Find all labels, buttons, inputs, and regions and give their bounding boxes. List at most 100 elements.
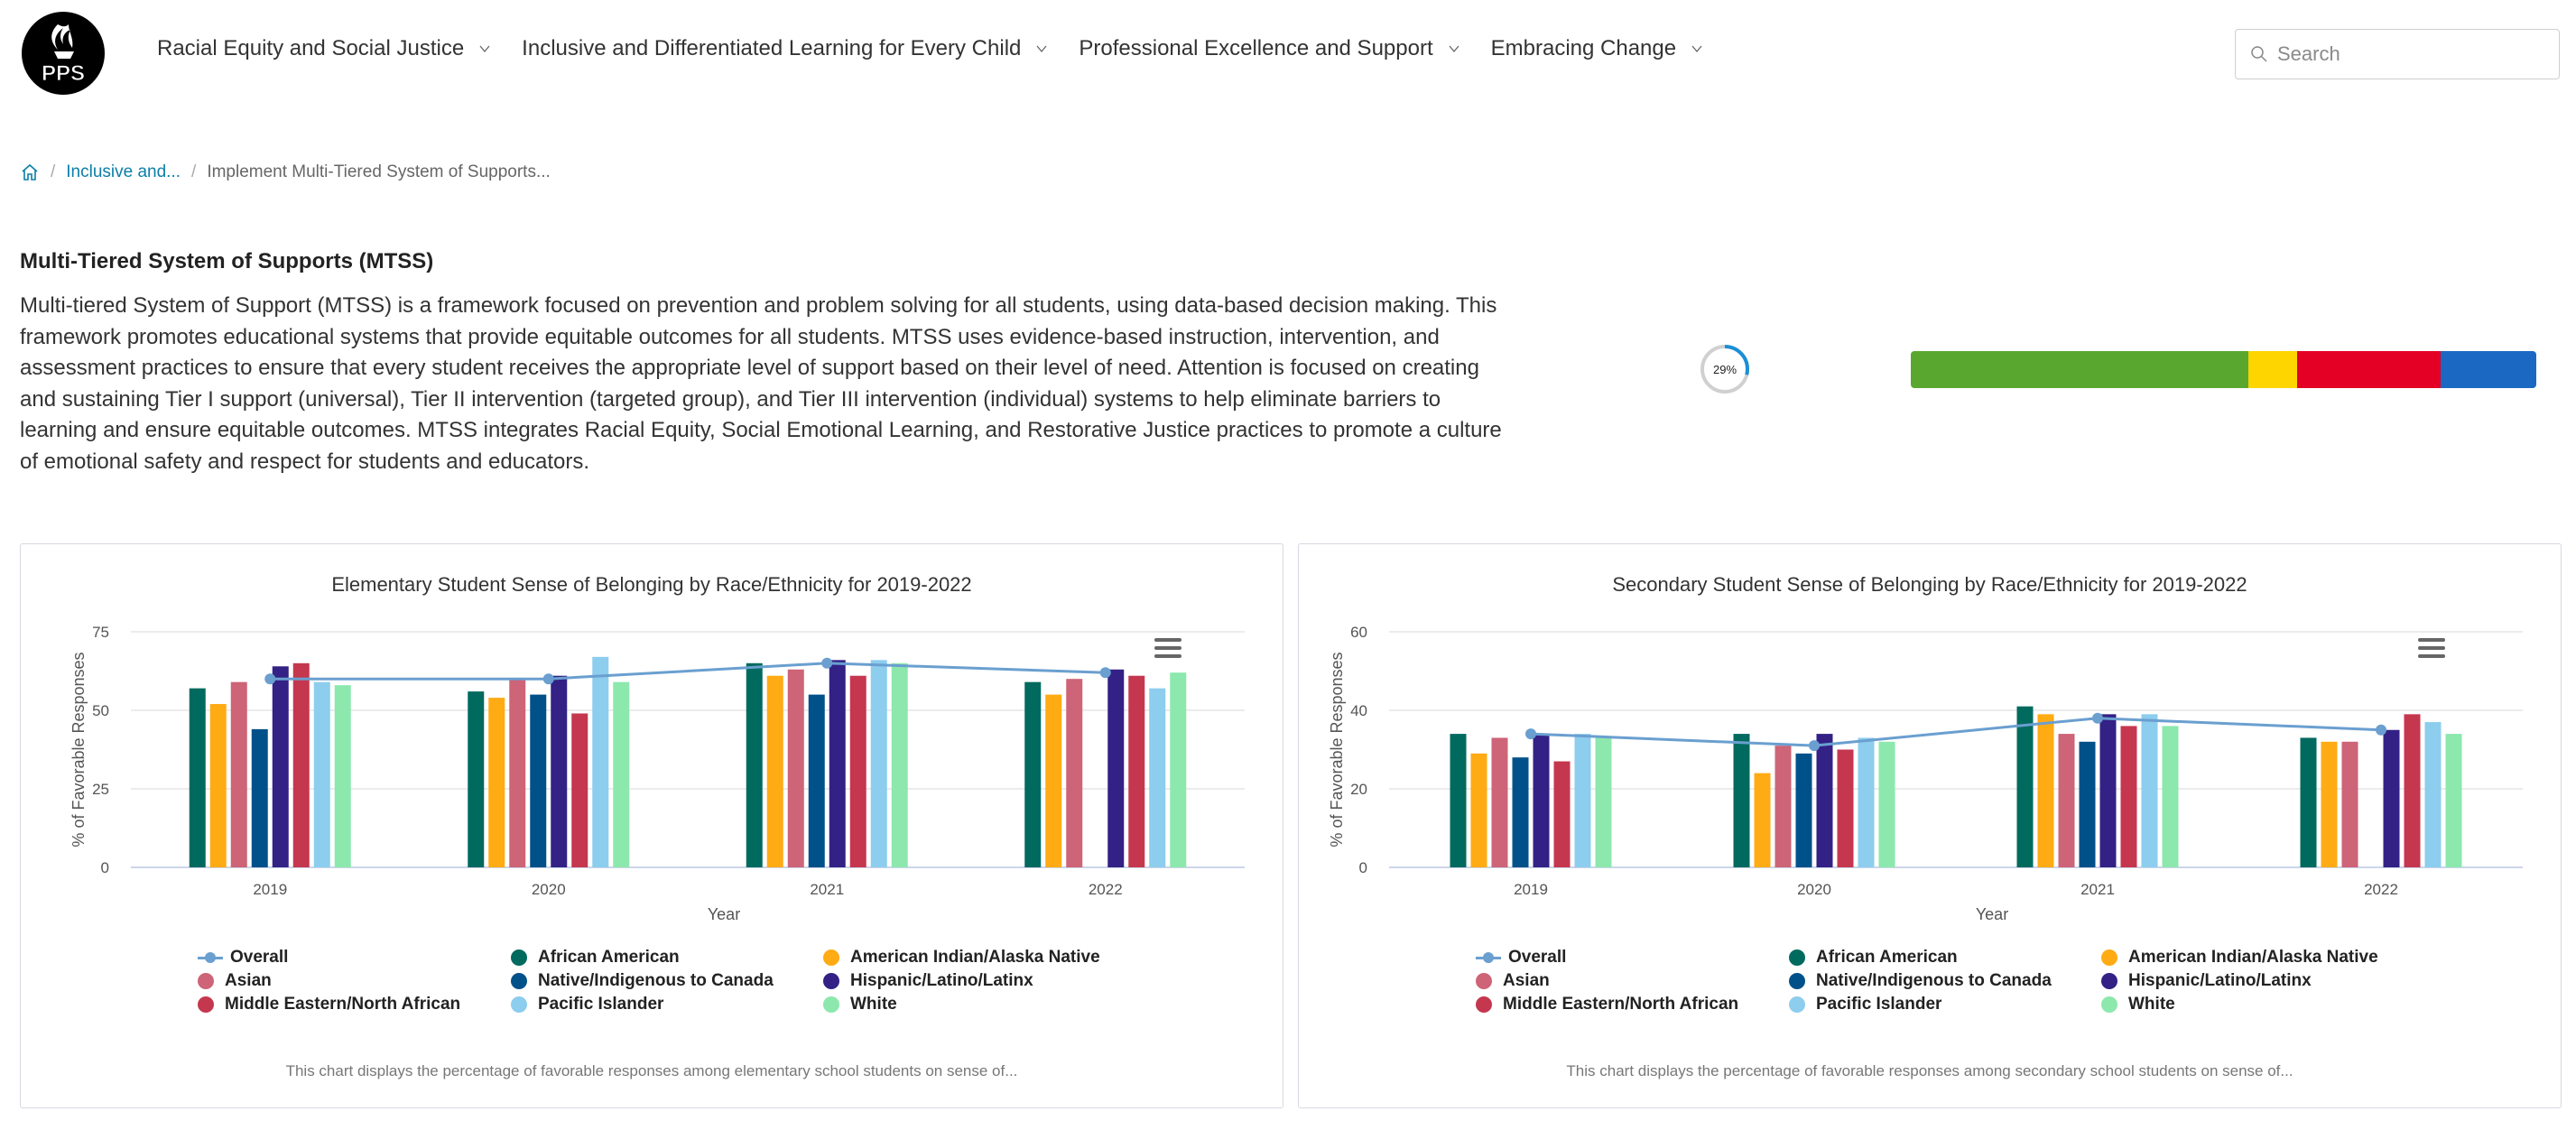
bar-middle-eastern-north-african-2020[interactable] — [571, 713, 588, 867]
bar-hispanic-latino-latinx-2020[interactable] — [1816, 734, 1833, 867]
bar-hispanic-latino-latinx-2022[interactable] — [2383, 729, 2400, 867]
bar-pacific-islander-2020[interactable] — [592, 656, 609, 867]
bar-pacific-islander-2020[interactable] — [1858, 737, 1875, 867]
bar-american-indian-alaska-native-2022[interactable] — [1045, 694, 1062, 867]
bar-pacific-islander-2021[interactable] — [2141, 714, 2158, 867]
bar-native-indigenous-to-canada-2021[interactable] — [2079, 741, 2096, 867]
bar-pacific-islander-2021[interactable] — [870, 660, 887, 867]
point-overall-2020[interactable] — [1809, 740, 1820, 752]
point-overall-2019[interactable] — [1525, 728, 1536, 740]
bar-middle-eastern-north-african-2022[interactable] — [1128, 675, 1145, 867]
legend-item-african-american[interactable]: African American — [511, 948, 823, 967]
bar-american-indian-alaska-native-2020[interactable] — [1754, 773, 1771, 867]
bar-american-indian-alaska-native-2019[interactable] — [209, 704, 227, 867]
bar-middle-eastern-north-african-2019[interactable] — [292, 662, 310, 867]
bar-hispanic-latino-latinx-2021[interactable] — [829, 660, 846, 867]
legend-item-native-indigenous-to-canada[interactable]: Native/Indigenous to Canada — [1789, 971, 2101, 990]
bar-african-american-2019[interactable] — [189, 688, 206, 867]
bar-hispanic-latino-latinx-2019[interactable] — [1533, 734, 1550, 867]
legend-item-hispanic-latino-latinx[interactable]: Hispanic/Latino/Latinx — [823, 971, 1148, 990]
nav-item-professional-excellence[interactable]: Professional Excellence and Support — [1079, 36, 1459, 61]
bar-white-2022[interactable] — [1170, 672, 1187, 867]
bar-middle-eastern-north-african-2022[interactable] — [2404, 714, 2421, 867]
point-overall-2020[interactable] — [542, 673, 554, 685]
bar-asian-2021[interactable] — [787, 669, 804, 867]
chart-menu-button[interactable] — [1154, 638, 1181, 662]
x-tick-label: 2019 — [253, 881, 287, 898]
pps-logo[interactable]: PPS — [22, 12, 105, 95]
bar-white-2021[interactable] — [891, 662, 908, 867]
bar-asian-2020[interactable] — [509, 679, 526, 867]
bar-african-american-2019[interactable] — [1450, 734, 1467, 867]
bar-asian-2021[interactable] — [2058, 734, 2075, 867]
legend-item-asian[interactable]: Asian — [1476, 971, 1789, 990]
home-icon[interactable] — [20, 162, 40, 182]
bar-american-indian-alaska-native-2021[interactable] — [766, 675, 783, 867]
bar-white-2019[interactable] — [1595, 737, 1612, 867]
bar-middle-eastern-north-african-2021[interactable] — [2120, 726, 2137, 867]
bar-asian-2022[interactable] — [1066, 679, 1083, 867]
nav-item-embracing-change[interactable]: Embracing Change — [1491, 36, 1703, 61]
point-overall-2021[interactable] — [821, 657, 833, 669]
bar-pacific-islander-2022[interactable] — [2424, 722, 2442, 867]
bar-hispanic-latino-latinx-2021[interactable] — [2099, 714, 2117, 867]
bar-asian-2019[interactable] — [230, 681, 247, 867]
bar-white-2019[interactable] — [334, 685, 351, 867]
legend-item-middle-eastern-north-african[interactable]: Middle Eastern/North African — [198, 995, 511, 1014]
nav-item-racial-equity[interactable]: Racial Equity and Social Justice — [157, 36, 491, 61]
bar-native-indigenous-to-canada-2020[interactable] — [530, 694, 547, 867]
bar-pacific-islander-2019[interactable] — [313, 681, 330, 867]
legend-item-white[interactable]: White — [823, 995, 1148, 1014]
legend-item-pacific-islander[interactable]: Pacific Islander — [511, 995, 823, 1014]
bar-hispanic-latino-latinx-2019[interactable] — [272, 666, 289, 867]
point-overall-2022[interactable] — [1099, 667, 1111, 679]
bar-american-indian-alaska-native-2020[interactable] — [488, 698, 505, 867]
bar-white-2021[interactable] — [2162, 726, 2179, 867]
bar-african-american-2020[interactable] — [1733, 734, 1750, 867]
bar-american-indian-alaska-native-2021[interactable] — [2037, 714, 2054, 867]
bar-african-american-2021[interactable] — [746, 662, 763, 867]
chart-menu-button[interactable] — [2418, 638, 2445, 662]
point-overall-2019[interactable] — [264, 673, 276, 685]
point-overall-2021[interactable] — [2092, 712, 2103, 724]
bar-african-american-2022[interactable] — [1024, 681, 1042, 867]
legend-item-african-american[interactable]: African American — [1789, 948, 2101, 967]
bar-pacific-islander-2019[interactable] — [1574, 734, 1591, 867]
nav-item-inclusive-learning[interactable]: Inclusive and Differentiated Learning fo… — [522, 36, 1048, 61]
bar-middle-eastern-north-african-2021[interactable] — [849, 675, 866, 867]
legend-item-overall[interactable]: Overall — [198, 948, 511, 967]
bar-american-indian-alaska-native-2019[interactable] — [1470, 753, 1487, 867]
bar-white-2020[interactable] — [613, 681, 630, 867]
bar-hispanic-latino-latinx-2022[interactable] — [1107, 669, 1125, 867]
legend-item-white[interactable]: White — [2101, 995, 2426, 1014]
breadcrumb-link-inclusive[interactable]: Inclusive and... — [66, 162, 181, 182]
bar-middle-eastern-north-african-2020[interactable] — [1837, 749, 1854, 868]
bar-african-american-2022[interactable] — [2300, 737, 2317, 867]
bar-hispanic-latino-latinx-2020[interactable] — [551, 675, 568, 867]
search-box[interactable] — [2235, 29, 2560, 79]
legend-item-pacific-islander[interactable]: Pacific Islander — [1789, 995, 2101, 1014]
point-overall-2022[interactable] — [2376, 724, 2386, 736]
search-input[interactable] — [2277, 42, 2539, 66]
bar-asian-2020[interactable] — [1774, 746, 1792, 867]
bar-native-indigenous-to-canada-2019[interactable] — [1512, 757, 1529, 867]
bar-middle-eastern-north-african-2019[interactable] — [1553, 761, 1571, 867]
bar-white-2022[interactable] — [2445, 734, 2462, 867]
legend-item-middle-eastern-north-african[interactable]: Middle Eastern/North African — [1476, 995, 1789, 1014]
bar-asian-2022[interactable] — [2341, 741, 2358, 867]
legend-item-native-indigenous-to-canada[interactable]: Native/Indigenous to Canada — [511, 971, 823, 990]
legend-item-overall[interactable]: Overall — [1476, 948, 1789, 967]
bar-american-indian-alaska-native-2022[interactable] — [2321, 741, 2338, 867]
bar-native-indigenous-to-canada-2021[interactable] — [808, 694, 825, 867]
bar-asian-2019[interactable] — [1491, 737, 1508, 867]
bar-native-indigenous-to-canada-2019[interactable] — [251, 728, 268, 867]
bar-african-american-2021[interactable] — [2016, 706, 2034, 867]
bar-white-2020[interactable] — [1878, 741, 1895, 867]
legend-item-hispanic-latino-latinx[interactable]: Hispanic/Latino/Latinx — [2101, 971, 2426, 990]
legend-item-asian[interactable]: Asian — [198, 971, 511, 990]
legend-item-american-indian-alaska-native[interactable]: American Indian/Alaska Native — [2101, 948, 2426, 967]
bar-native-indigenous-to-canada-2020[interactable] — [1795, 753, 1812, 867]
bar-pacific-islander-2022[interactable] — [1149, 688, 1166, 867]
bar-african-american-2020[interactable] — [468, 691, 485, 867]
legend-item-american-indian-alaska-native[interactable]: American Indian/Alaska Native — [823, 948, 1148, 967]
